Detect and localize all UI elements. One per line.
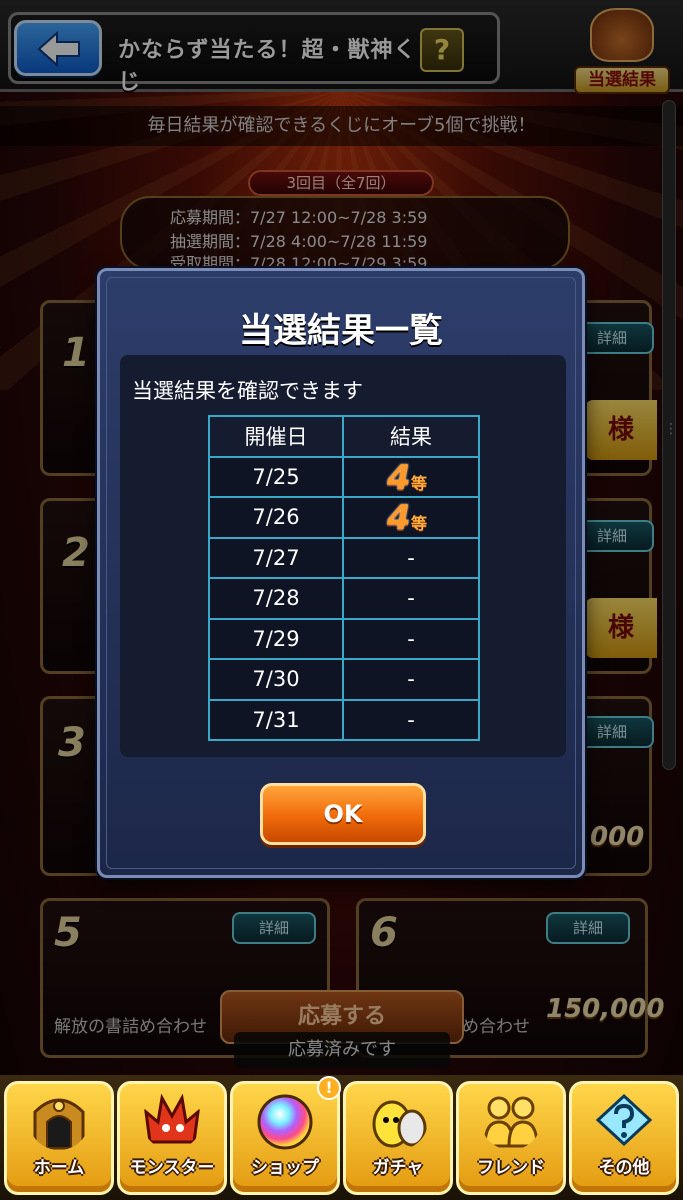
modal-content-panel: 当選結果を確認できます 開催日 結果 7/25 4 等 7/26 4 等 7/2… — [120, 355, 566, 757]
table-row: 7/30 - — [208, 658, 480, 701]
nav-other-label: その他 — [598, 1158, 650, 1178]
table-row: 7/27 - — [208, 536, 480, 579]
egg-icon — [372, 1100, 427, 1148]
friends-icon — [483, 1096, 539, 1148]
row-result: - — [342, 536, 480, 579]
results-modal: 当選結果一覧 当選結果を確認できます 開催日 結果 7/25 4 等 7/26 … — [97, 268, 585, 878]
row-date: 7/30 — [208, 658, 344, 701]
row-result: 4 等 — [342, 455, 480, 498]
bottom-nav: ホーム モンスター ! ショップ ガチャ フレンド その他 — [0, 1075, 683, 1200]
other-icon — [595, 1093, 653, 1147]
row-date: 7/29 — [208, 617, 344, 660]
results-table: 開催日 結果 7/25 4 等 7/26 4 等 7/27 - 7/28 - 7… — [208, 415, 480, 741]
modal-title: 当選結果一覧 — [239, 311, 443, 351]
nav-monster[interactable]: モンスター — [117, 1081, 227, 1195]
row-date: 7/28 — [208, 577, 344, 620]
nav-monster-label: モンスター — [129, 1158, 215, 1178]
nav-friend-label: フレンド — [477, 1158, 545, 1178]
column-header-result: 結果 — [342, 415, 480, 458]
nav-shop-label: ショップ — [251, 1158, 319, 1178]
nav-other[interactable]: その他 — [569, 1081, 679, 1195]
nav-friend[interactable]: フレンド — [456, 1081, 566, 1195]
table-header-row: 開催日 結果 — [208, 415, 480, 458]
nav-home[interactable]: ホーム — [4, 1081, 114, 1195]
row-result: 4 等 — [342, 496, 480, 539]
prize-4th-badge: 4 等 — [387, 457, 428, 498]
monster-icon — [144, 1093, 200, 1144]
table-row: 7/26 4 等 — [208, 496, 480, 539]
table-row: 7/25 4 等 — [208, 455, 480, 498]
row-date: 7/26 — [208, 496, 344, 539]
home-gate-icon — [33, 1098, 85, 1150]
table-row: 7/28 - — [208, 577, 480, 620]
nav-home-label: ホーム — [33, 1158, 85, 1178]
row-result: - — [342, 577, 480, 620]
row-result: - — [342, 658, 480, 701]
modal-description: 当選結果を確認できます — [132, 379, 363, 403]
column-header-date: 開催日 — [208, 415, 344, 458]
shop-notice-badge: ! — [317, 1076, 341, 1100]
row-date: 7/25 — [208, 455, 344, 498]
prize-4th-badge: 4 等 — [387, 498, 428, 539]
row-date: 7/27 — [208, 536, 344, 579]
ok-button[interactable]: OK — [260, 783, 426, 845]
row-result: - — [342, 698, 480, 741]
nav-gacha[interactable]: ガチャ — [343, 1081, 453, 1195]
orb-icon — [257, 1094, 313, 1150]
table-row: 7/31 - — [208, 698, 480, 741]
row-result: - — [342, 617, 480, 660]
row-date: 7/31 — [208, 698, 344, 741]
nav-gacha-label: ガチャ — [372, 1158, 424, 1178]
nav-shop[interactable]: ! ショップ — [230, 1076, 341, 1195]
table-row: 7/29 - — [208, 617, 480, 660]
